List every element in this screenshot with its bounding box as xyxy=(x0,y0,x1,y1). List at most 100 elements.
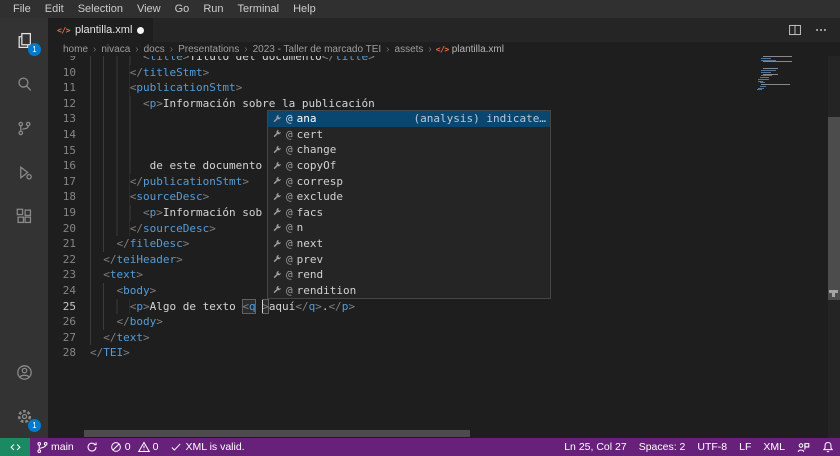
suggestion-item[interactable]: @facs xyxy=(268,205,550,221)
code-token: p xyxy=(150,96,157,112)
breadcrumb-item-file[interactable]: plantilla.xml xyxy=(452,44,504,55)
source-control-button[interactable] xyxy=(0,106,48,150)
line-number: 22 xyxy=(48,252,76,268)
code-token: > xyxy=(156,96,163,112)
breadcrumb-item[interactable]: nivaca xyxy=(100,44,131,55)
code-line[interactable]: 25<p>Algo de texto <q >aquí</q>.</p> xyxy=(48,299,375,315)
breadcrumb-separator-icon: › xyxy=(240,44,251,55)
run-debug-icon xyxy=(16,164,33,181)
suggestion-item[interactable]: @rendition xyxy=(268,283,550,299)
code-editor[interactable]: 9<title>Título del documento</title>10</… xyxy=(48,56,840,438)
xml-valid-status[interactable]: XML is valid. xyxy=(164,438,250,456)
encoding-indicator[interactable]: UTF-8 xyxy=(691,438,733,456)
modified-dot-icon[interactable] xyxy=(137,27,144,34)
breadcrumb-separator-icon: › xyxy=(382,44,393,55)
suggestion-at-sign: @ xyxy=(286,284,293,297)
warnings-icon xyxy=(138,441,150,453)
remote-indicator[interactable] xyxy=(0,438,30,456)
notifications-button[interactable] xyxy=(816,438,840,456)
sync-button[interactable] xyxy=(80,438,104,456)
horizontal-scrollbar-thumb[interactable] xyxy=(84,430,470,437)
branch-indicator[interactable]: main xyxy=(30,438,80,456)
menu-item-terminal[interactable]: Terminal xyxy=(231,0,287,18)
vertical-scrollbar-thumb[interactable] xyxy=(828,117,840,300)
line-number: 12 xyxy=(48,96,76,112)
language-mode[interactable]: XML xyxy=(757,438,791,456)
gutter-gap xyxy=(76,143,90,159)
code-line[interactable]: 10</titleStmt> xyxy=(48,65,375,81)
status-bar: main 0 0 XML is valid. Ln 25, Col 27 Spa… xyxy=(0,438,840,456)
breadcrumb-item[interactable]: assets xyxy=(394,44,425,55)
split-editor-icon[interactable] xyxy=(788,23,802,37)
more-actions-icon[interactable] xyxy=(814,23,828,37)
search-button[interactable] xyxy=(0,62,48,106)
breadcrumb-item[interactable]: home xyxy=(62,44,89,55)
tab-plantilla-xml[interactable]: </> plantilla.xml xyxy=(48,18,153,42)
code-line[interactable]: 27</text> xyxy=(48,330,375,346)
suggestion-item[interactable]: @next xyxy=(268,236,550,252)
code-line[interactable]: 28</TEI> xyxy=(48,345,375,361)
suggestion-at-sign: @ xyxy=(286,128,293,141)
suggestion-item[interactable]: @prev xyxy=(268,251,550,267)
code-token: < xyxy=(103,267,110,283)
property-icon xyxy=(272,239,282,249)
extensions-icon xyxy=(16,208,33,225)
code-token: fileDesc xyxy=(130,236,183,252)
menu-item-go[interactable]: Go xyxy=(168,0,197,18)
menu-item-file[interactable]: File xyxy=(6,0,38,18)
cursor-position[interactable]: Ln 25, Col 27 xyxy=(558,438,632,456)
code-token: Información sob xyxy=(163,205,262,221)
breadcrumb-item[interactable]: docs xyxy=(143,44,166,55)
vertical-scrollbar[interactable] xyxy=(828,56,840,438)
errors-count: 0 xyxy=(125,441,131,453)
suggestion-item[interactable]: @rend xyxy=(268,267,550,283)
code-line[interactable]: 11<publicationStmt> xyxy=(48,80,375,96)
code-token: < xyxy=(143,205,150,221)
gutter-gap xyxy=(76,283,90,299)
extensions-button[interactable] xyxy=(0,194,48,238)
menu-item-selection[interactable]: Selection xyxy=(71,0,130,18)
overview-ruler-cursor-marker xyxy=(832,293,835,297)
line-number: 25 xyxy=(48,299,76,315)
property-icon xyxy=(272,192,282,202)
eol-indicator[interactable]: LF xyxy=(733,438,757,456)
suggestion-label: ana xyxy=(297,112,317,125)
property-icon xyxy=(272,145,282,155)
suggestion-item[interactable]: @ana(analysis) indicate… xyxy=(268,111,550,127)
suggestion-item[interactable]: @corresp xyxy=(268,173,550,189)
minimap[interactable] xyxy=(757,56,828,438)
menu-item-view[interactable]: View xyxy=(130,0,168,18)
suggestion-item[interactable]: @change xyxy=(268,142,550,158)
suggestion-item[interactable]: @cert xyxy=(268,127,550,143)
suggestion-label: facs xyxy=(297,206,324,219)
search-icon xyxy=(16,76,33,93)
line-number: 13 xyxy=(48,111,76,127)
explorer-button[interactable]: 1 xyxy=(0,18,48,62)
line-number: 16 xyxy=(48,158,76,174)
suggestion-label: copyOf xyxy=(297,159,337,172)
menu-item-run[interactable]: Run xyxy=(196,0,230,18)
suggestion-item[interactable]: @n xyxy=(268,220,550,236)
code-token: aquí xyxy=(269,299,296,315)
breadcrumb-separator-icon: › xyxy=(89,44,100,55)
indentation-indicator[interactable]: Spaces: 2 xyxy=(633,438,692,456)
feedback-button[interactable] xyxy=(791,438,816,456)
suggestion-item[interactable]: @exclude xyxy=(268,189,550,205)
accounts-button[interactable] xyxy=(0,350,48,394)
code-line[interactable]: 26</body> xyxy=(48,314,375,330)
menu-item-edit[interactable]: Edit xyxy=(38,0,71,18)
menu-item-help[interactable]: Help xyxy=(286,0,323,18)
run-debug-button[interactable] xyxy=(0,150,48,194)
suggestion-at-sign: @ xyxy=(286,190,293,203)
vscode-window: { "menu_bar": { "items": ["File", "Edit"… xyxy=(0,0,840,456)
problems-indicator[interactable]: 0 0 xyxy=(104,438,165,456)
suggestion-item[interactable]: @ copyOf xyxy=(268,158,550,174)
settings-button[interactable]: 1 xyxy=(0,394,48,438)
xml-file-icon: </> xyxy=(436,45,449,54)
code-line[interactable]: 9<title>Título del documento</title> xyxy=(48,56,375,65)
breadcrumb-separator-icon: › xyxy=(424,44,435,55)
breadcrumb-item[interactable]: Presentations xyxy=(177,44,240,55)
suggestion-at-sign: @ xyxy=(286,159,293,172)
breadcrumb-item[interactable]: 2023 - Taller de marcado TEI xyxy=(252,44,383,55)
code-token: p xyxy=(150,205,157,221)
